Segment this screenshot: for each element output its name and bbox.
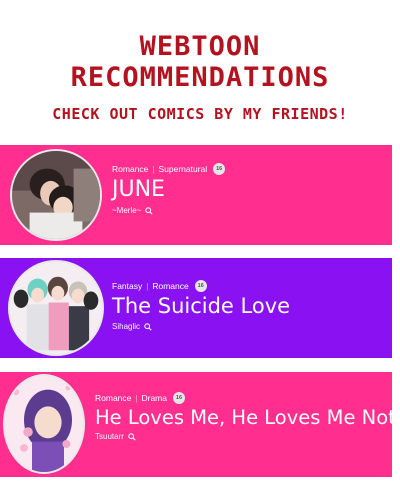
search-icon[interactable] [145, 206, 153, 215]
comic-tags: Romance | Drama 16 [95, 392, 396, 404]
page-header: WEBTOON RECOMMENDATIONS CHECK OUT COMICS… [0, 0, 400, 140]
card-edge [392, 145, 400, 245]
genre-tag[interactable]: Fantasy [112, 281, 142, 291]
comic-title[interactable]: JUNE [112, 177, 225, 202]
age-rating-badge: 16 [194, 280, 207, 292]
author-name[interactable]: Sihaglic [112, 322, 140, 331]
search-icon[interactable] [144, 322, 152, 331]
comic-cover-the-suicide-love[interactable] [8, 260, 104, 356]
tag-separator: | [152, 164, 155, 174]
comic-info-the-suicide-love: Fantasy | Romance 16 The Suicide Love Si… [112, 280, 290, 331]
tag-separator: | [135, 393, 138, 403]
genre-tag[interactable]: Romance [152, 281, 188, 291]
page-title-line-2: RECOMMENDATIONS [70, 62, 330, 93]
comic-title[interactable]: He Loves Me, He Loves Me Not [95, 407, 396, 429]
comic-title[interactable]: The Suicide Love [112, 294, 290, 318]
genre-tag[interactable]: Romance [95, 393, 131, 403]
genre-tag[interactable]: Drama [141, 393, 167, 403]
card-edge [392, 372, 400, 477]
genre-tag[interactable]: Supernatural [158, 164, 207, 174]
comic-cover-june[interactable] [10, 149, 102, 241]
tag-separator: | [146, 281, 149, 291]
comic-card-the-suicide-love[interactable]: Fantasy | Romance 16 The Suicide Love Si… [0, 258, 400, 358]
card-edge [392, 258, 400, 358]
comic-cover-he-loves-me[interactable] [3, 374, 85, 474]
comic-info-he-loves-me: Romance | Drama 16 He Loves Me, He Loves… [95, 392, 396, 441]
comic-card-june[interactable]: Romance | Supernatural 16 JUNE ~Merle~ [0, 145, 400, 245]
age-rating-badge: 16 [172, 392, 185, 404]
author-name[interactable]: ~Merle~ [112, 206, 141, 215]
comic-author[interactable]: ~Merle~ [112, 206, 225, 215]
comic-tags: Fantasy | Romance 16 [112, 280, 290, 292]
genre-tag[interactable]: Romance [112, 164, 148, 174]
search-icon[interactable] [128, 433, 136, 441]
page-subtitle: CHECK OUT COMICS BY MY FRIENDS! [52, 105, 348, 123]
author-name[interactable]: Tsuutarr [95, 432, 124, 441]
comic-author[interactable]: Sihaglic [112, 322, 290, 331]
comic-info-june: Romance | Supernatural 16 JUNE ~Merle~ [112, 163, 226, 215]
comic-card-he-loves-me[interactable]: Romance | Drama 16 He Loves Me, He Loves… [0, 372, 400, 477]
comic-author[interactable]: Tsuutarr [95, 432, 396, 441]
age-rating-badge: 16 [213, 163, 226, 175]
comic-tags: Romance | Supernatural 16 [112, 163, 226, 175]
page-title-line-1: WEBTOON [139, 31, 261, 62]
